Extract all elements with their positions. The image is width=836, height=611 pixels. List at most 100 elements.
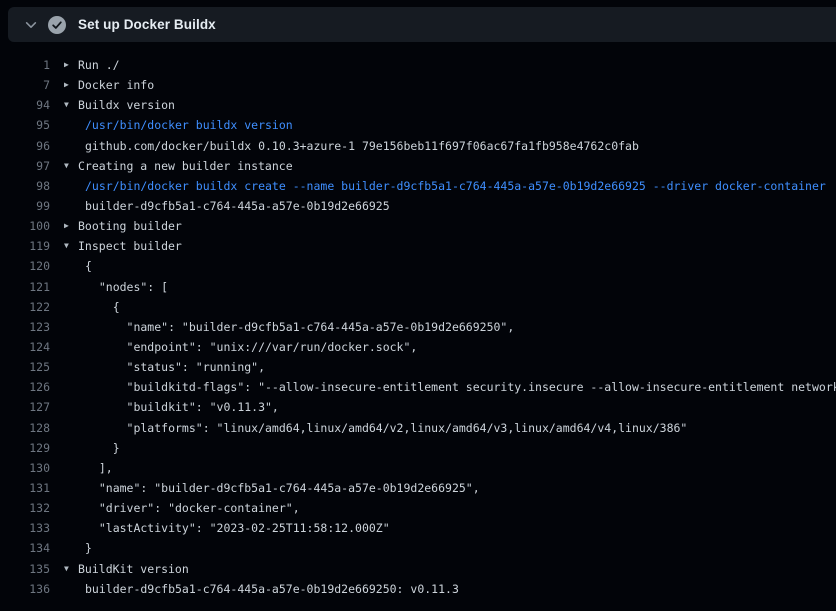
log-output-text: "driver": "docker-container", (64, 501, 300, 515)
log-line-number[interactable]: 100 (0, 219, 50, 233)
log-line-number[interactable]: 127 (0, 400, 50, 414)
log-group-label: Buildx version (78, 98, 175, 112)
log-line: 121 "nodes": [ (0, 277, 836, 297)
log-output-text: builder-d9cfb5a1-c764-445a-a57e-0b19d2e6… (64, 582, 459, 596)
log-group-header[interactable]: ▼BuildKit version (64, 562, 189, 576)
log-line-number[interactable]: 129 (0, 441, 50, 455)
log-line-number[interactable]: 97 (0, 159, 50, 173)
log-group-label: Inspect builder (78, 239, 182, 253)
log-line: 119 ▼Inspect builder (0, 236, 836, 256)
log-line-number[interactable]: 96 (0, 139, 50, 153)
triangle-expanded-icon[interactable]: ▼ (64, 162, 78, 170)
log-line-number[interactable]: 121 (0, 280, 50, 294)
log-line: 127 "buildkit": "v0.11.3", (0, 397, 836, 417)
log-group-label: BuildKit version (78, 562, 189, 576)
log-line: 125 "status": "running", (0, 357, 836, 377)
triangle-collapsed-icon[interactable]: ▶ (64, 61, 78, 69)
log-line: 95/usr/bin/docker buildx version (0, 115, 836, 135)
log-output-text: } (64, 441, 120, 455)
log-line-number[interactable]: 136 (0, 582, 50, 596)
triangle-collapsed-icon[interactable]: ▶ (64, 222, 78, 230)
log-line: 134} (0, 538, 836, 558)
log-group-header[interactable]: ▼Creating a new builder instance (64, 159, 293, 173)
log-output-text: "status": "running", (64, 360, 265, 374)
log-output-text: "buildkitd-flags": "--allow-insecure-ent… (64, 380, 836, 394)
log-output-text: { (64, 259, 92, 273)
log-group-label: Run ./ (78, 58, 120, 72)
log-line-number[interactable]: 1 (0, 58, 50, 72)
log-line: 98/usr/bin/docker buildx create --name b… (0, 176, 836, 196)
log-line: 136 builder-d9cfb5a1-c764-445a-a57e-0b19d… (0, 579, 836, 599)
log-output-text: "nodes": [ (64, 280, 168, 294)
log-line: 135 ▼BuildKit version (0, 559, 836, 579)
log-group-label: Creating a new builder instance (78, 159, 293, 173)
log-line-number[interactable]: 123 (0, 320, 50, 334)
log-line: 131 "name": "builder-d9cfb5a1-c764-445a-… (0, 478, 836, 498)
log-line: 130 ], (0, 458, 836, 478)
log-line: 100 ▶Booting builder (0, 216, 836, 236)
log-output-text: "buildkit": "v0.11.3", (64, 400, 279, 414)
log-line-number[interactable]: 131 (0, 481, 50, 495)
log-line-number[interactable]: 125 (0, 360, 50, 374)
log-group-label: Booting builder (78, 219, 182, 233)
log-line: 96 github.com/docker/buildx 0.10.3+azure-… (0, 136, 836, 156)
log-group-label: Docker info (78, 78, 154, 92)
log-output-text: } (64, 541, 92, 555)
step-title: Set up Docker Buildx (78, 17, 216, 32)
log-line-number[interactable]: 122 (0, 300, 50, 314)
log-line-number[interactable]: 119 (0, 239, 50, 253)
log-line-number[interactable]: 133 (0, 521, 50, 535)
log-output-text: github.com/docker/buildx 0.10.3+azure-1 … (64, 139, 639, 153)
log-line-number[interactable]: 7 (0, 78, 50, 92)
log-line: 120 { (0, 256, 836, 276)
log-line-number[interactable]: 132 (0, 501, 50, 515)
log-line: 132 "driver": "docker-container", (0, 498, 836, 518)
log-group-header[interactable]: ▶Booting builder (64, 219, 182, 233)
log-line: 133 "lastActivity": "2023-02-25T11:58:12… (0, 518, 836, 538)
triangle-expanded-icon[interactable]: ▼ (64, 242, 78, 250)
log-output-text: ], (64, 461, 113, 475)
log-line: 122 { (0, 297, 836, 317)
log-line-number[interactable]: 130 (0, 461, 50, 475)
log-output-text: builder-d9cfb5a1-c764-445a-a57e-0b19d2e6… (64, 199, 390, 213)
log-output-text: "lastActivity": "2023-02-25T11:58:12.000… (64, 521, 390, 535)
log-lines: 1▶Run ./7▶Docker info94▼Buildx version95… (0, 42, 836, 599)
log-line-number[interactable]: 98 (0, 179, 50, 193)
log-line-number[interactable]: 124 (0, 340, 50, 354)
log-line: 126 "buildkitd-flags": "--allow-insecure… (0, 377, 836, 397)
log-output-text: "platforms": "linux/amd64,linux/amd64/v2… (64, 421, 687, 435)
log-group-header[interactable]: ▼Inspect builder (64, 239, 182, 253)
log-output-text: { (64, 300, 120, 314)
log-line: 94 ▼Buildx version (0, 95, 836, 115)
log-line: 128 "platforms": "linux/amd64,linux/amd6… (0, 418, 836, 438)
log-group-header[interactable]: ▼Buildx version (64, 98, 175, 112)
log-line-number[interactable]: 126 (0, 380, 50, 394)
log-line-number[interactable]: 135 (0, 562, 50, 576)
log-line: 129 } (0, 438, 836, 458)
log-output-text: "name": "builder-d9cfb5a1-c764-445a-a57e… (64, 481, 480, 495)
log-group-header[interactable]: ▶Run ./ (64, 58, 120, 72)
log-output-text: "name": "builder-d9cfb5a1-c764-445a-a57e… (64, 320, 514, 334)
log-group-header[interactable]: ▶Docker info (64, 78, 154, 92)
log-line: 97 ▼Creating a new builder instance (0, 156, 836, 176)
chevron-down-icon[interactable] (18, 12, 44, 38)
log-line-number[interactable]: 134 (0, 541, 50, 555)
log-line: 123 "name": "builder-d9cfb5a1-c764-445a-… (0, 317, 836, 337)
triangle-expanded-icon[interactable]: ▼ (64, 565, 78, 573)
log-line: 124 "endpoint": "unix:///var/run/docker.… (0, 337, 836, 357)
log-line: 7 ▶Docker info (0, 75, 836, 95)
log-line-number[interactable]: 120 (0, 259, 50, 273)
log-command-text: /usr/bin/docker buildx create --name bui… (64, 179, 826, 193)
triangle-collapsed-icon[interactable]: ▶ (64, 81, 78, 89)
log-line-number[interactable]: 94 (0, 98, 50, 112)
triangle-expanded-icon[interactable]: ▼ (64, 101, 78, 109)
check-circle-icon (48, 16, 66, 34)
step-header[interactable]: Set up Docker Buildx (8, 7, 836, 42)
log-output-text: "endpoint": "unix:///var/run/docker.sock… (64, 340, 417, 354)
log-line-number[interactable]: 128 (0, 421, 50, 435)
log-line: 99 builder-d9cfb5a1-c764-445a-a57e-0b19d2… (0, 196, 836, 216)
log-line-number[interactable]: 99 (0, 199, 50, 213)
log-line-number[interactable]: 95 (0, 118, 50, 132)
log-command-text: /usr/bin/docker buildx version (64, 118, 293, 132)
log-line: 1 ▶Run ./ (0, 55, 836, 75)
